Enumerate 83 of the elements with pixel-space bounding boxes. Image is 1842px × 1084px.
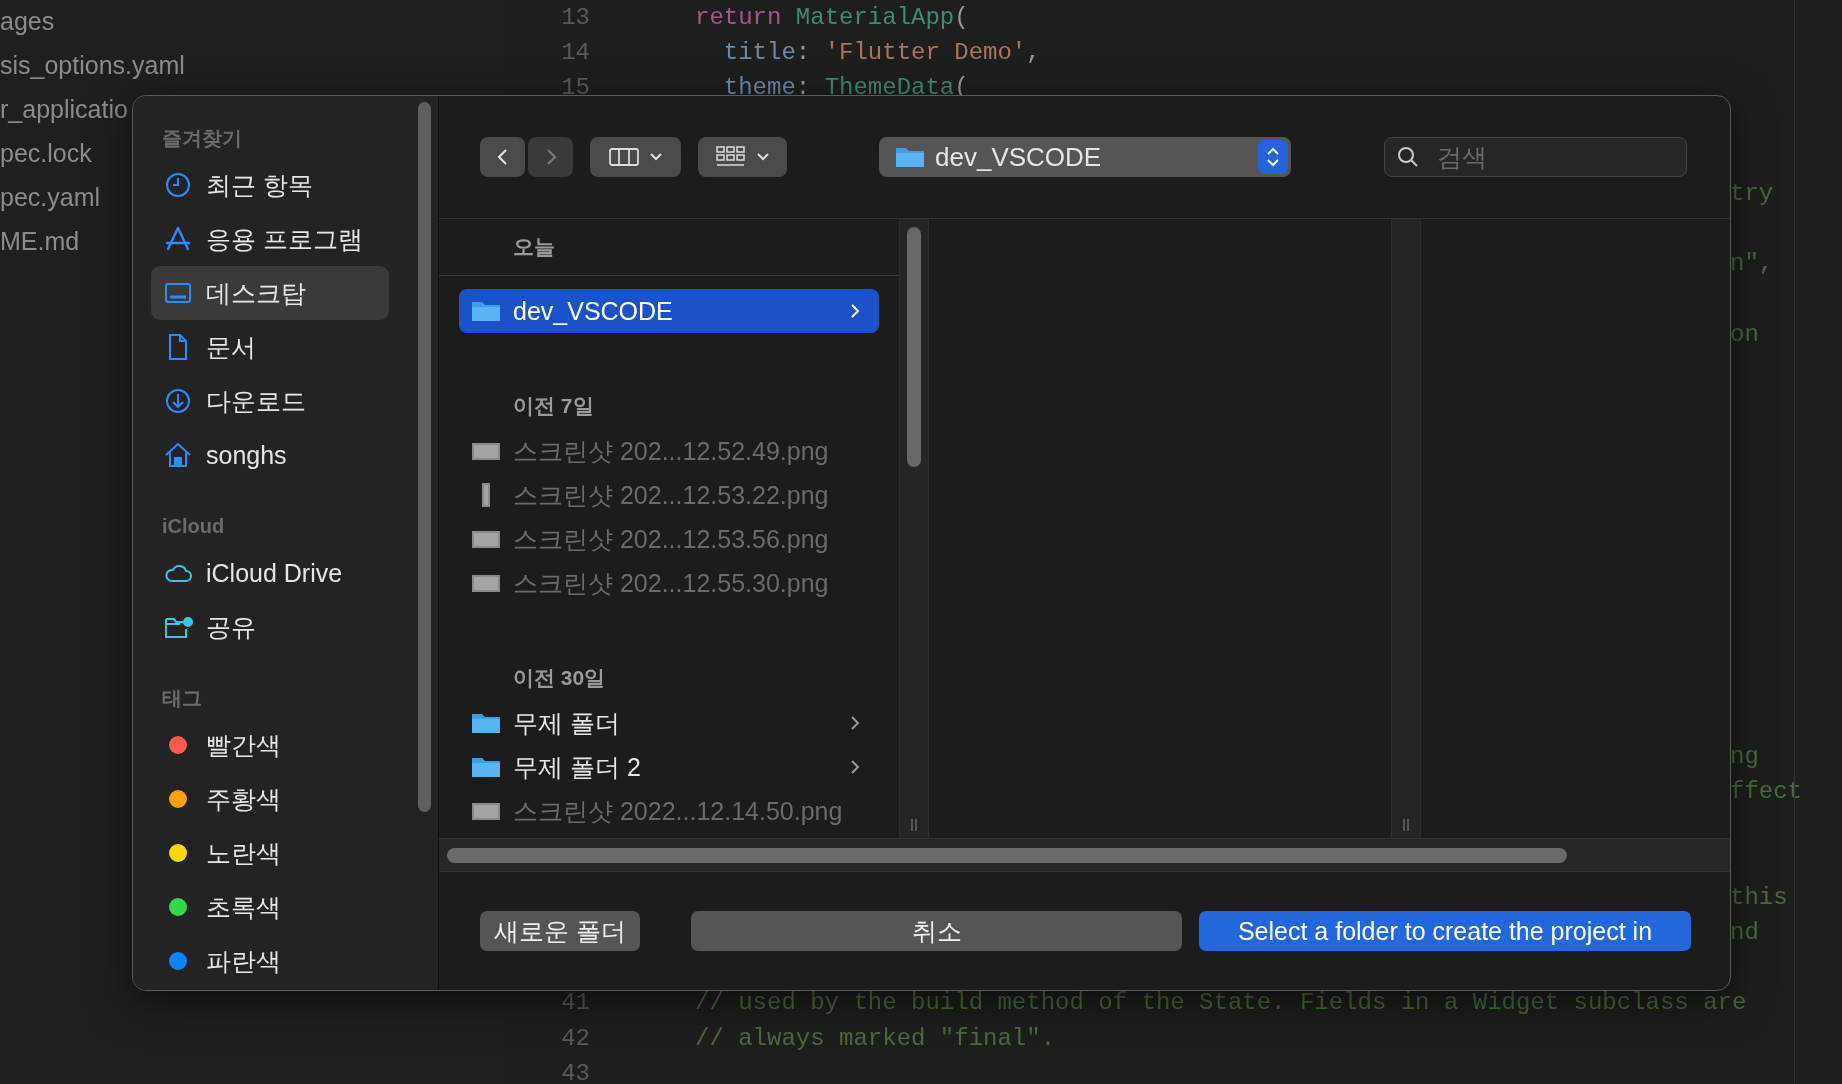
sidebar-item[interactable]: 초록색 bbox=[151, 880, 389, 934]
line-number: 14 bbox=[561, 39, 590, 67]
group-button[interactable] bbox=[698, 137, 787, 177]
file-row[interactable]: 무제 폴더 bbox=[459, 701, 879, 745]
resize-handle-icon[interactable] bbox=[1401, 818, 1411, 832]
sidebar-item[interactable]: 파란색 bbox=[151, 934, 389, 988]
home-icon bbox=[163, 440, 193, 470]
group-header: 오늘 bbox=[513, 234, 555, 260]
cancel-button[interactable]: 취소 bbox=[691, 911, 1182, 951]
grid-icon bbox=[715, 145, 746, 169]
folder-icon bbox=[471, 299, 501, 323]
image-thumbnail-icon bbox=[482, 483, 490, 507]
file-name[interactable]: ages bbox=[0, 4, 505, 48]
scrollbar[interactable] bbox=[447, 847, 1567, 863]
line-number: 15 bbox=[561, 74, 590, 102]
folder-icon bbox=[471, 711, 501, 735]
sidebar-item[interactable]: 문서 bbox=[151, 320, 389, 374]
group-header: 이전 7일 bbox=[513, 393, 594, 419]
scrollbar[interactable] bbox=[907, 227, 921, 467]
code-line: return MaterialApp( bbox=[695, 4, 969, 32]
file-row[interactable]: 무제 폴더 2 bbox=[459, 745, 879, 789]
sidebar-label: iCloud Drive bbox=[206, 558, 343, 588]
sidebar-item[interactable]: 빨간색 bbox=[151, 718, 389, 772]
sidebar-label: 다운로드 bbox=[206, 385, 306, 417]
sidebar-header: 즐겨찾기 bbox=[161, 126, 243, 151]
folder-icon bbox=[471, 755, 501, 779]
sidebar-label: 응용 프로그램 bbox=[206, 223, 363, 255]
code-fragment: nd bbox=[1730, 918, 1759, 946]
scrollbar[interactable] bbox=[418, 102, 431, 812]
sidebar-label: 데스크탑 bbox=[206, 277, 306, 309]
new-folder-button[interactable]: 새로운 폴더 bbox=[480, 911, 640, 951]
code-fragment: this bbox=[1730, 883, 1788, 911]
sidebar-label: 최근 항목 bbox=[206, 169, 313, 201]
group-header: 이전 30일 bbox=[513, 665, 606, 691]
sidebar-item[interactable]: 공유 bbox=[151, 600, 389, 654]
search-icon bbox=[1396, 145, 1420, 169]
sidebar-item[interactable]: 다운로드 bbox=[151, 374, 389, 428]
sidebar-header: iCloud bbox=[161, 514, 226, 539]
sidebar-item[interactable]: 노란색 bbox=[151, 826, 389, 880]
code-fragment: ng bbox=[1730, 743, 1759, 771]
sidebar-label: songhs bbox=[206, 440, 287, 470]
stepper-icon bbox=[1258, 140, 1288, 174]
chevron-right-icon bbox=[849, 715, 861, 731]
select-folder-button[interactable]: Select a folder to create the project in bbox=[1199, 911, 1691, 951]
sidebar-item[interactable]: songhs bbox=[151, 428, 389, 482]
location-popup[interactable]: dev_VSCODE bbox=[879, 137, 1291, 177]
sidebar-item[interactable]: 데스크탑 bbox=[151, 266, 389, 320]
folder-icon bbox=[895, 145, 925, 169]
sidebar-label: 주황색 bbox=[206, 783, 281, 815]
sidebar-header: 태그 bbox=[161, 686, 203, 711]
file-name[interactable]: sis_options.yaml bbox=[0, 48, 505, 92]
line-number: 42 bbox=[561, 1024, 590, 1052]
sidebar-item[interactable]: iCloud Drive bbox=[151, 546, 389, 600]
resize-handle-icon[interactable] bbox=[909, 818, 919, 832]
back-button[interactable] bbox=[480, 137, 525, 177]
sidebar-label: 빨간색 bbox=[206, 729, 281, 761]
caret-icon bbox=[755, 152, 770, 162]
sidebar-label: 노란색 bbox=[206, 837, 281, 869]
chevron-right-icon bbox=[849, 303, 861, 319]
caret-icon bbox=[648, 152, 663, 162]
download-icon bbox=[163, 386, 193, 416]
sidebar-label: 초록색 bbox=[206, 891, 281, 923]
sidebar-label: 공유 bbox=[206, 611, 256, 643]
file-row[interactable]: dev_VSCODE bbox=[459, 289, 879, 333]
code-line: // used by the build method of the State. Fields in a Widget subclass are bbox=[695, 989, 1747, 1017]
code-line: // always marked "final". bbox=[695, 1024, 1056, 1052]
line-number: 13 bbox=[561, 4, 590, 32]
sidebar-item[interactable]: 응용 프로그램 bbox=[151, 212, 389, 266]
code-fragment: n", bbox=[1730, 250, 1774, 278]
clock-icon bbox=[163, 170, 193, 200]
code-line: title: 'Flutter Demo', bbox=[722, 39, 1041, 67]
sidebar-item[interactable]: 최근 항목 bbox=[151, 158, 389, 212]
sidebar-label: 파란색 bbox=[206, 945, 281, 977]
code-fragment: on bbox=[1730, 320, 1759, 348]
search-field[interactable]: 검색 bbox=[1384, 137, 1687, 177]
columns-icon bbox=[608, 147, 639, 167]
line-number: 43 bbox=[561, 1059, 590, 1084]
chevron-right-icon bbox=[849, 759, 861, 775]
code-fragment: ffect bbox=[1730, 778, 1802, 806]
code-fragment: try bbox=[1730, 180, 1774, 208]
view-mode-button[interactable] bbox=[590, 137, 681, 177]
sidebar-item[interactable]: 주황색 bbox=[151, 772, 389, 826]
sidebar-label: 문서 bbox=[206, 331, 256, 363]
